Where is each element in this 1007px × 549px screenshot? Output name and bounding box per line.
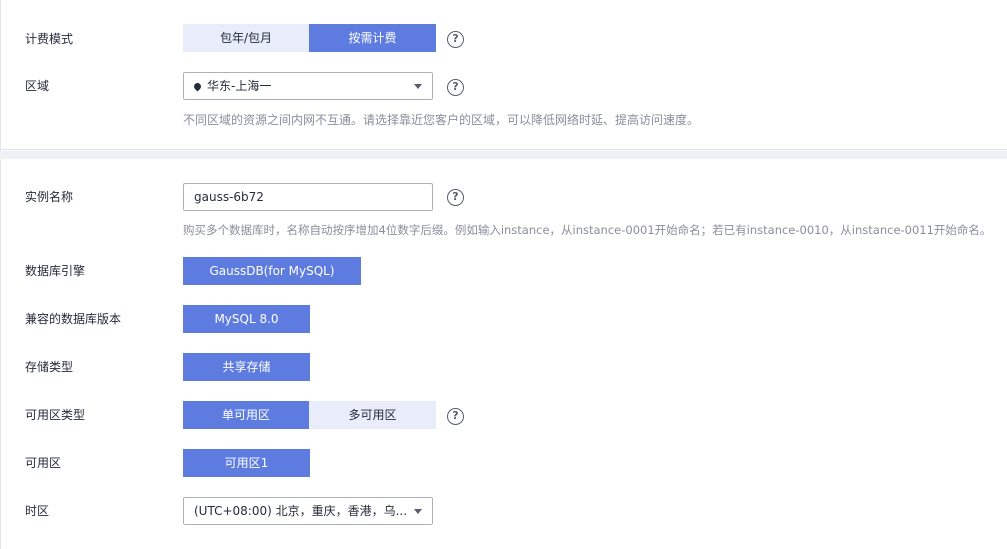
az-single-button[interactable]: 单可用区	[183, 401, 309, 429]
az-type-label: 可用区类型	[25, 408, 86, 422]
instance-config-section	[1, 159, 1007, 549]
billing-mode-label: 计费模式	[25, 32, 74, 46]
region-label: 区域	[25, 79, 50, 93]
region-hint: 不同区域的资源之间内网不互通。请选择靠近您客户的区域，可以降低网络时延、提高访问…	[183, 113, 700, 127]
az-multi-button[interactable]: 多可用区	[309, 401, 436, 429]
az-label: 可用区	[25, 456, 62, 470]
instance-name-label: 实例名称	[25, 190, 74, 204]
billing-pay-per-use-button[interactable]: 按需计费	[309, 24, 436, 52]
az-1-button[interactable]: 可用区1	[183, 449, 310, 477]
instance-name-input[interactable]: gauss-6b72	[183, 183, 433, 211]
storage-type-button[interactable]: 共享存储	[183, 353, 310, 381]
help-icon[interactable]: ?	[447, 31, 464, 48]
help-icon[interactable]: ?	[447, 79, 464, 96]
caret-down-icon	[414, 84, 422, 89]
help-icon[interactable]: ?	[447, 408, 464, 425]
timezone-label: 时区	[25, 504, 50, 518]
help-icon[interactable]: ?	[447, 189, 464, 206]
db-version-button[interactable]: MySQL 8.0	[183, 305, 310, 333]
timezone-select[interactable]: (UTC+08:00) 北京，重庆，香港，乌...	[183, 497, 433, 525]
billing-yearly-monthly-button[interactable]: 包年/包月	[183, 24, 309, 52]
caret-down-icon	[414, 509, 422, 514]
timezone-value: (UTC+08:00) 北京，重庆，香港，乌...	[194, 504, 408, 518]
storage-type-label: 存储类型	[25, 360, 74, 374]
instance-name-hint: 购买多个数据库时，名称自动按序增加4位数字后缀。例如输入instance，从in…	[183, 223, 992, 237]
section-divider	[0, 151, 1007, 159]
region-value: 华东-上海一	[207, 79, 272, 93]
location-pin-icon	[192, 81, 203, 92]
db-engine-button[interactable]: GaussDB(for MySQL)	[183, 257, 361, 285]
db-version-label: 兼容的数据库版本	[25, 312, 122, 326]
region-select[interactable]: 华东-上海一	[183, 72, 433, 100]
db-engine-label: 数据库引擎	[25, 264, 86, 278]
